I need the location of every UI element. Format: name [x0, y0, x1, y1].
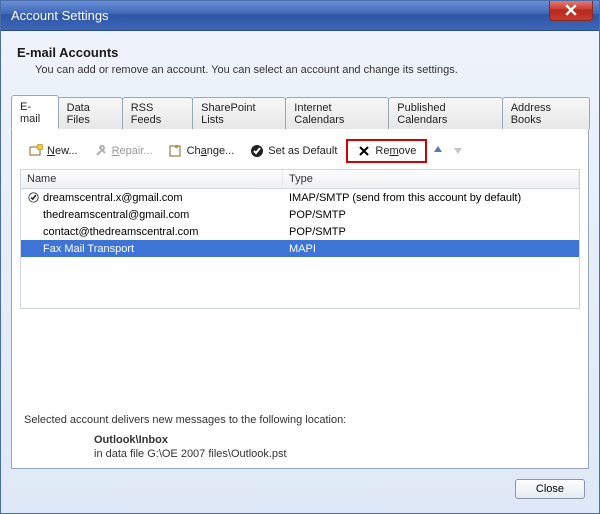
move-down-button [449, 145, 467, 158]
account-type: MAPI [283, 242, 579, 256]
account-settings-window: Account Settings E-mail Accounts You can… [0, 0, 600, 514]
delivery-intro: Selected account delivers new messages t… [24, 414, 576, 426]
tab-published-calendars[interactable]: Published Calendars [388, 97, 502, 129]
close-icon [565, 4, 577, 16]
new-icon [29, 144, 43, 158]
remove-highlight: Remove [346, 139, 427, 163]
arrow-down-icon [453, 145, 463, 155]
set-default-button[interactable]: Set as Default [243, 141, 344, 161]
account-row[interactable]: dreamscentral.x@gmail.com IMAP/SMTP (sen… [21, 189, 579, 206]
tab-address-books[interactable]: Address Books [502, 97, 590, 129]
new-button[interactable]: New... [22, 141, 85, 161]
header-block: E-mail Accounts You can add or remove an… [11, 41, 589, 88]
tabstrip: E-mail Data Files RSS Feeds SharePoint L… [11, 94, 589, 128]
tab-rss-feeds[interactable]: RSS Feeds [122, 97, 193, 129]
delivery-path-prefix: in data file [94, 448, 147, 460]
tab-internet-calendars[interactable]: Internet Calendars [285, 97, 389, 129]
account-row[interactable]: thedreamscentral@gmail.com POP/SMTP [21, 206, 579, 223]
client-area: E-mail Accounts You can add or remove an… [1, 31, 599, 513]
delivery-path: G:\OE 2007 files\Outlook.pst [147, 448, 286, 460]
tab-data-files[interactable]: Data Files [58, 97, 123, 129]
accounts-list: dreamscentral.x@gmail.com IMAP/SMTP (sen… [20, 189, 580, 309]
account-type: IMAP/SMTP (send from this account by def… [283, 191, 579, 205]
tab-sharepoint-lists[interactable]: SharePoint Lists [192, 97, 286, 129]
default-check-icon [27, 192, 39, 203]
dialog-buttons: Close [11, 469, 589, 503]
column-header-type[interactable]: Type [283, 170, 579, 188]
set-default-icon [250, 144, 264, 158]
remove-icon [357, 144, 371, 158]
new-label: ew... [55, 145, 78, 157]
account-name: contact@thedreamscentral.com [43, 226, 198, 238]
header-subtitle: You can add or remove an account. You ca… [35, 64, 583, 76]
window-close-button[interactable] [549, 1, 593, 21]
delivery-location: Selected account delivers new messages t… [20, 408, 580, 460]
titlebar: Account Settings [1, 1, 599, 31]
change-icon [169, 144, 183, 158]
account-name: thedreamscentral@gmail.com [43, 209, 189, 221]
arrow-up-icon [433, 145, 443, 155]
account-name: dreamscentral.x@gmail.com [43, 192, 183, 204]
set-default-label: Set as Default [268, 145, 337, 157]
account-row-selected[interactable]: Fax Mail Transport MAPI [21, 240, 579, 257]
account-type: POP/SMTP [283, 208, 579, 222]
tab-email[interactable]: E-mail [11, 95, 59, 129]
repair-icon [94, 144, 108, 158]
change-button[interactable]: Change... [162, 141, 242, 161]
toolbar: New... Repair... Change... [20, 137, 580, 169]
window-title: Account Settings [11, 8, 109, 23]
delivery-folder: Outlook\Inbox [94, 434, 168, 446]
column-header-name[interactable]: Name [21, 170, 283, 188]
move-up-button[interactable] [429, 145, 447, 158]
account-name: Fax Mail Transport [43, 243, 134, 255]
remove-button[interactable]: Remove [350, 141, 423, 161]
tab-body-email: New... Repair... Change... [11, 128, 589, 469]
header-title: E-mail Accounts [17, 45, 583, 60]
account-row[interactable]: contact@thedreamscentral.com POP/SMTP [21, 223, 579, 240]
repair-button: Repair... [87, 141, 160, 161]
list-header: Name Type [20, 169, 580, 189]
close-button[interactable]: Close [515, 479, 585, 499]
account-type: POP/SMTP [283, 225, 579, 239]
